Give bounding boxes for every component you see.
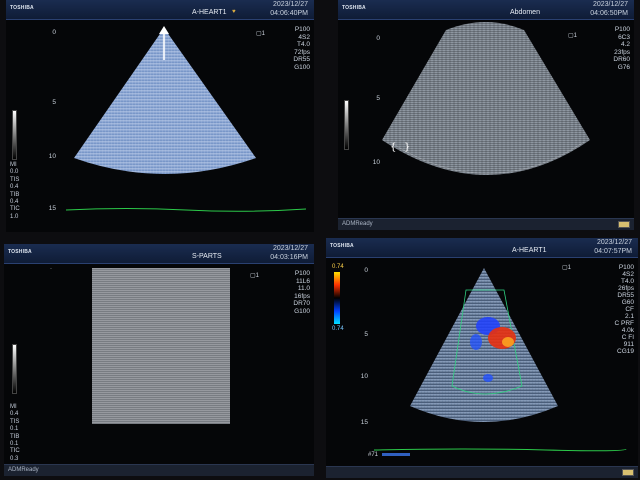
thermal-index-readout: MI 0.4 TIS 0.1 TIB 0.1 TIC 0.3 <box>10 404 20 462</box>
imaging-parameters: P100 4S2 T4.0 26fps DR55 G60 CF 2.1 C PRF 4.0… <box>614 264 635 355</box>
marker-box-icon: ▢1 <box>250 273 260 279</box>
depth-scale: 0 5 10 15 <box>361 264 378 456</box>
panel-small-parts-linear: TOSHIBA S-PARTS 2023/12/27 04:03:16PM ▢1… <box>4 244 314 476</box>
status-footer: ADMReady <box>338 218 634 230</box>
ultrasound-image <box>92 268 230 424</box>
depth-label: 10 <box>360 373 368 380</box>
bracket-left-icon: { <box>390 142 396 153</box>
velocity-top-label: 0.74 <box>332 264 344 270</box>
depth-scale: 0 5 10 <box>373 26 390 208</box>
depth-origin-dot: · <box>50 266 52 272</box>
grayscale-bar <box>12 110 17 160</box>
bracket-right-icon: } <box>404 142 410 153</box>
imaging-parameters: P100 11L6 11.0 16fps DR70 G100 <box>293 270 310 315</box>
imaging-parameters: P100 4S2 T4.0 72fps DR55 G100 <box>293 26 310 71</box>
linear-scan <box>92 268 230 424</box>
status-footer <box>326 466 638 478</box>
marker-box-icon: ▢1 <box>256 31 266 37</box>
depth-label: 5 <box>52 99 56 106</box>
color-velocity-bar <box>334 272 340 324</box>
timeline-bar <box>382 453 410 456</box>
depth-label: 5 <box>376 95 380 102</box>
grayscale-bar <box>344 100 349 150</box>
status-footer: ADMReady <box>4 464 314 476</box>
panel-cardiac-color-doppler: TOSHIBA A-HEART1 2023/12/27 04:07:57PM 0… <box>326 238 638 478</box>
convex-scan <box>382 22 590 175</box>
marker-box-icon: ▢1 <box>562 265 572 271</box>
panel-abdomen-convex: TOSHIBA Abdomen 2023/12/27 04:06:50PM { … <box>338 0 634 230</box>
status-text: ADMReady <box>8 467 39 473</box>
yellow-flow <box>502 337 514 347</box>
ecg-trace <box>373 448 627 452</box>
velocity-bottom-label: 0.74 <box>332 326 344 332</box>
depth-label: 15 <box>360 419 368 426</box>
depth-scale: 0 5 10 15 <box>49 26 66 212</box>
depth-label: 10 <box>48 153 56 160</box>
status-indicator <box>622 469 634 476</box>
depth-label: 0 <box>364 267 368 274</box>
depth-label: 10 <box>372 159 380 166</box>
panel-cardiac-sector: TOSHIBA A-HEART1 ♥ 2023/12/27 04:06:40PM… <box>6 0 314 232</box>
depth-label: 5 <box>364 331 368 338</box>
marker-box-icon: ▢1 <box>568 33 578 39</box>
status-text: ADMReady <box>342 221 373 227</box>
grayscale-bar <box>12 344 17 394</box>
ecg-trace <box>65 208 307 212</box>
depth-label: 15 <box>48 205 56 212</box>
frame-counter: #71 <box>368 452 379 458</box>
imaging-parameters: P100 6C3 4.2 23fps DR60 G76 <box>613 26 630 71</box>
status-indicator <box>618 221 630 228</box>
thermal-index-readout: MI 0.0 TIS 0.4 TIB 0.4 TIC 1.0 <box>10 162 20 220</box>
depth-label: 0 <box>376 35 380 42</box>
sector-scan <box>410 268 558 422</box>
depth-label: 0 <box>52 29 56 36</box>
